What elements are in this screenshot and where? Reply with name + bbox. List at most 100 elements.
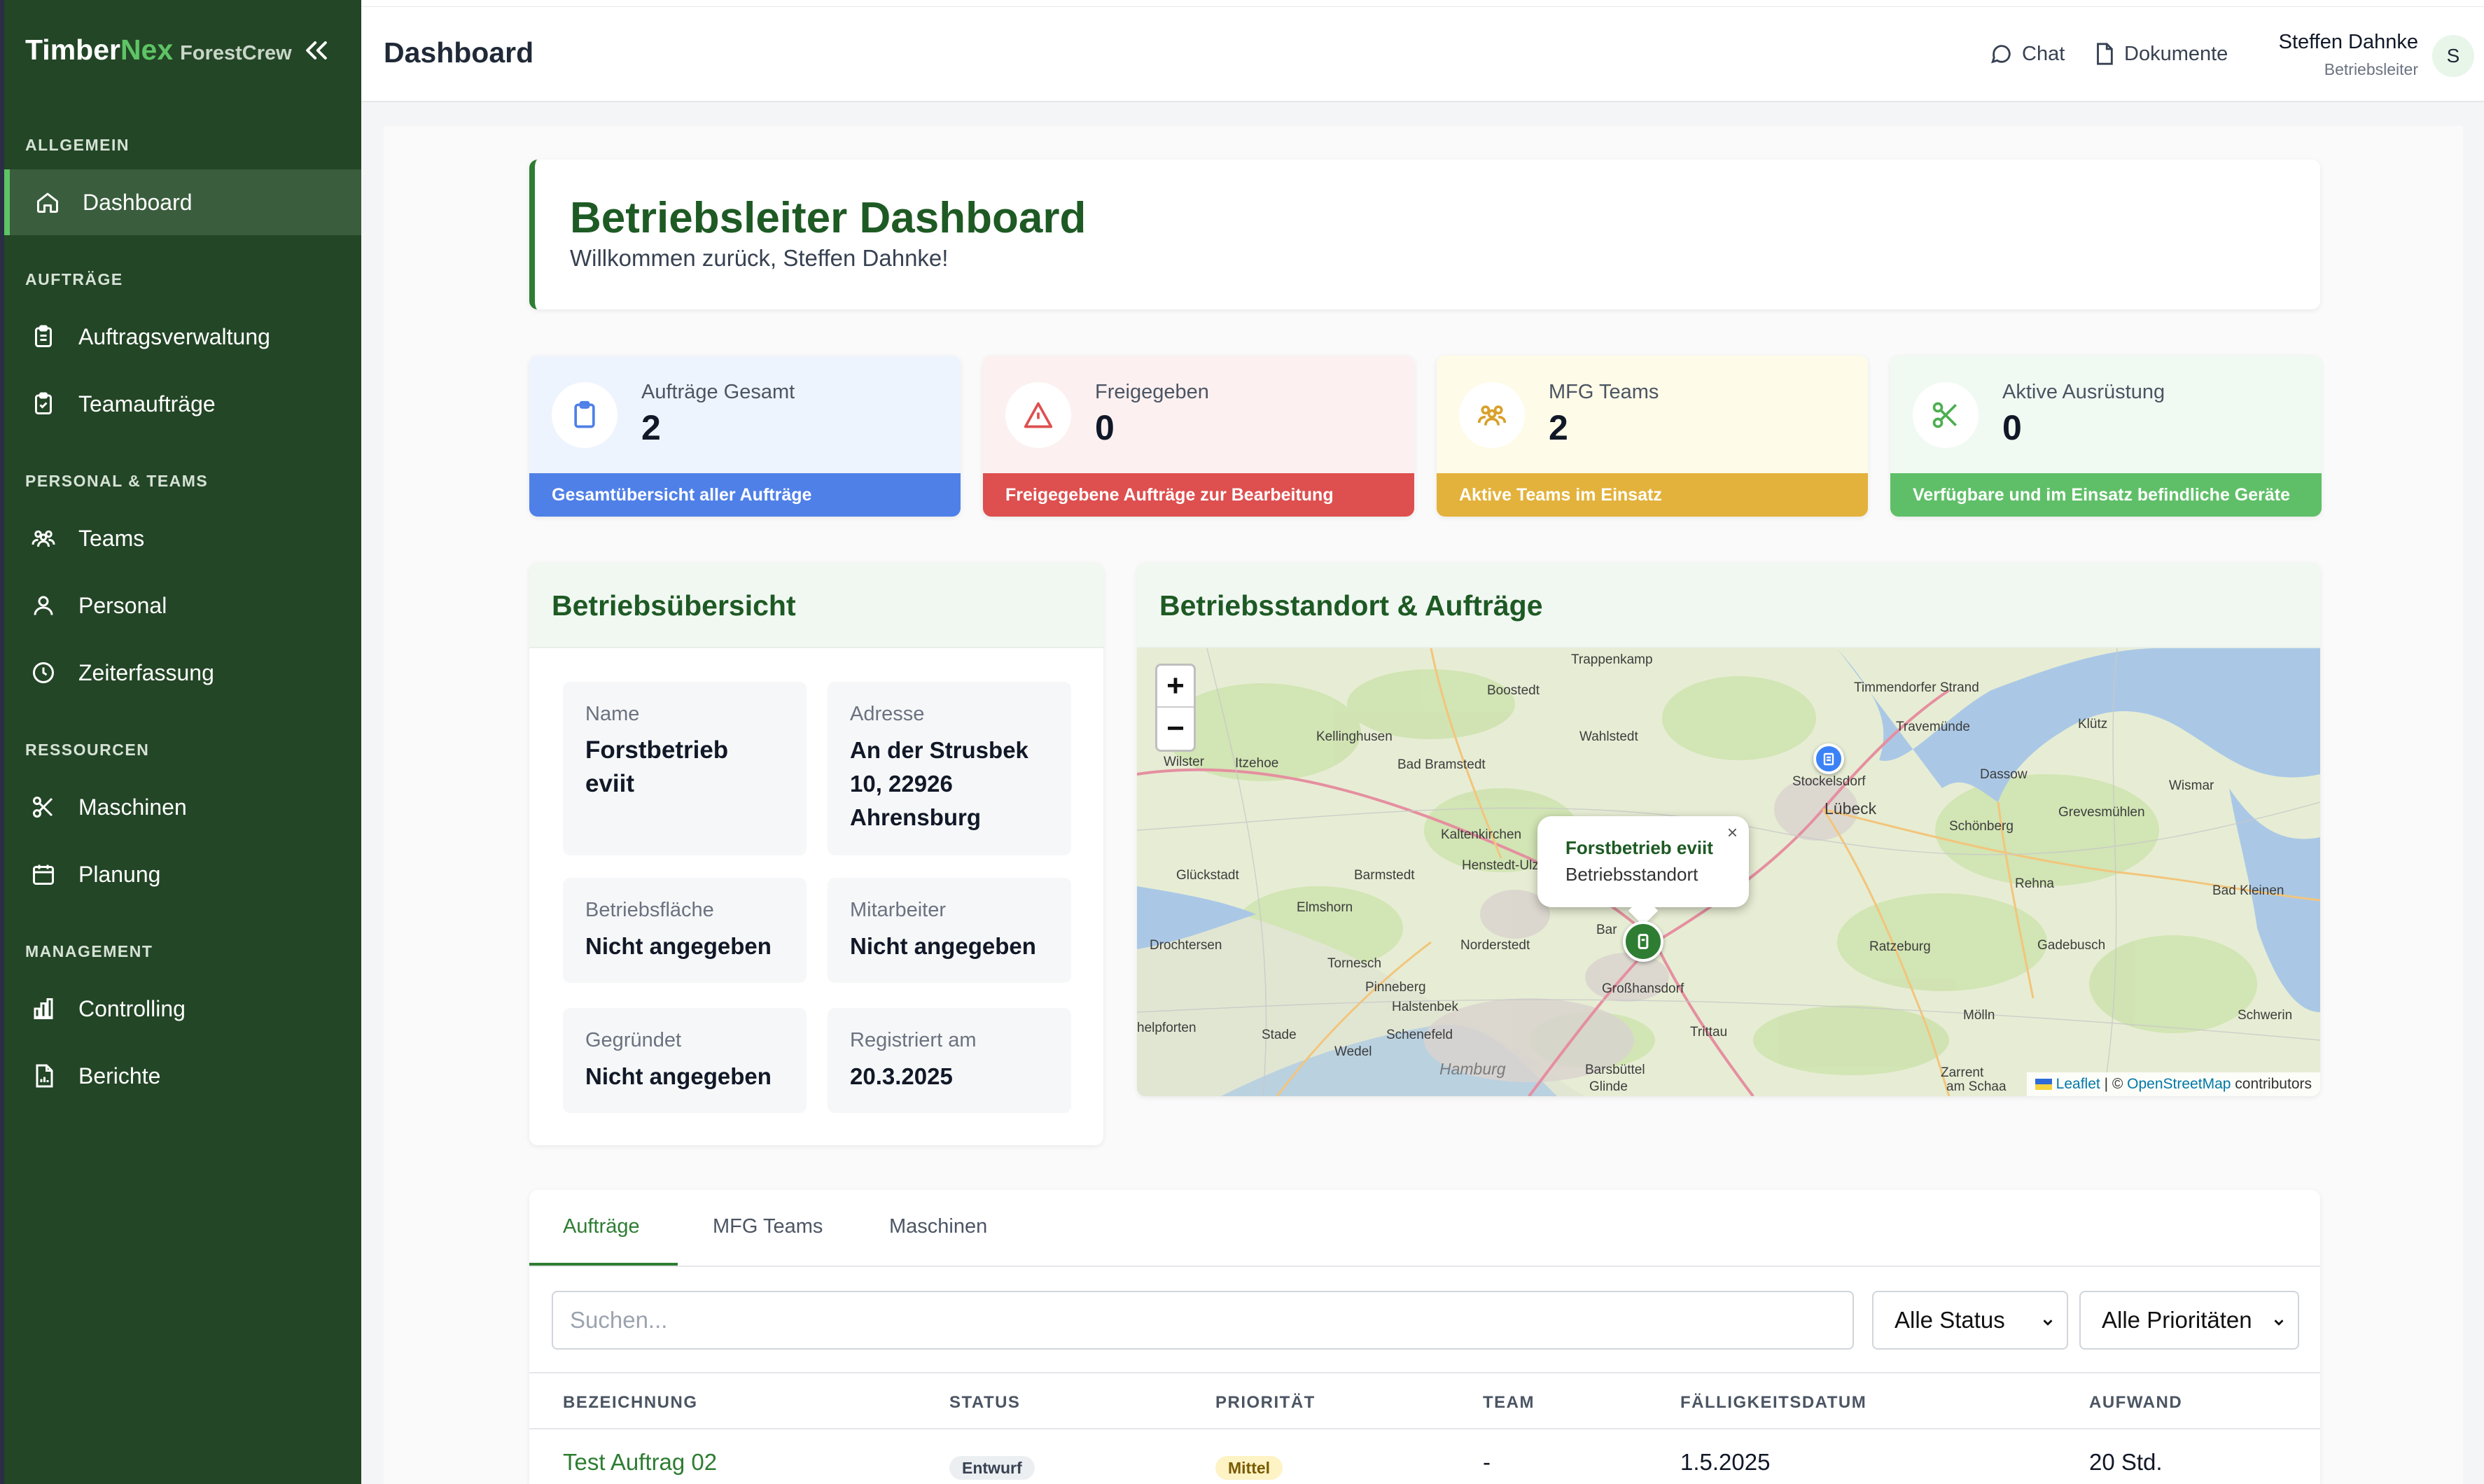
column-header[interactable]: BEZEICHNUNG [563, 1393, 698, 1413]
sidebar-item-orders[interactable]: Auftragsverwaltung [4, 304, 361, 370]
sidebar-item-team-orders[interactable]: Teamaufträge [4, 371, 361, 437]
sidebar-item-planning[interactable]: Planung [4, 841, 361, 907]
map-place-label: Pinneberg [1365, 980, 1426, 995]
clipboard-check-icon [28, 388, 59, 419]
zoom-in-button[interactable]: + [1157, 666, 1194, 708]
column-header[interactable]: PRIORITÄT [1215, 1393, 1316, 1413]
clock-icon [28, 657, 59, 688]
map-place-label: Wahlstedt [1579, 729, 1638, 744]
popup-close-button[interactable]: × [1727, 822, 1738, 844]
welcome-title: Betriebsleiter Dashboard [570, 194, 1087, 242]
osm-link[interactable]: OpenStreetMap [2127, 1076, 2231, 1093]
sidebar-item-label: Teams [78, 525, 145, 551]
stat-footer: Verfügbare und im Einsatz befindliche Ge… [1890, 473, 2322, 517]
collapse-sidebar-icon[interactable] [301, 35, 332, 66]
stat-value: 0 [1095, 408, 1115, 447]
column-header[interactable]: FÄLLIGKEITSDATUM [1680, 1393, 1867, 1413]
stat-card-released[interactable]: Freigegeben 0 Freigegebene Aufträge zur … [983, 356, 1414, 517]
status-filter-select[interactable]: Alle Status [1872, 1291, 2068, 1350]
section-orders: AUFTRÄGE [25, 270, 123, 288]
user-icon [28, 590, 59, 621]
leaflet-link[interactable]: Leaflet [2056, 1076, 2100, 1093]
calendar-icon [28, 859, 59, 890]
sidebar-item-reports[interactable]: Berichte [4, 1043, 361, 1109]
section-people: PERSONAL & TEAMS [25, 472, 209, 490]
sidebar-item-label: Dashboard [83, 189, 193, 215]
column-header[interactable]: STATUS [949, 1393, 1020, 1413]
chevron-down-icon [2274, 1320, 2284, 1326]
company-location-marker-icon[interactable] [1623, 921, 1663, 962]
order-marker-icon[interactable] [1813, 743, 1844, 774]
priority-filter-select[interactable]: Alle Prioritäten [2079, 1291, 2299, 1350]
map-popup: × Forstbetrieb eviit Betriebsstandort [1537, 816, 1749, 907]
map-place-label: Rehna [2015, 876, 2054, 891]
stat-value: 2 [1549, 408, 1568, 447]
stat-label: MFG Teams [1549, 381, 1659, 403]
info-address: Adresse An der Strusbek 10, 22926 Ahrens… [828, 682, 1071, 855]
active-tab-indicator [529, 1263, 678, 1266]
map-place-label: Ratzeburg [1869, 939, 1931, 954]
sidebar-item-label: Berichte [78, 1063, 161, 1088]
map-place-label: Stockelsdorf [1792, 774, 1866, 789]
priority-badge: Mittel [1215, 1456, 1283, 1480]
column-header[interactable]: TEAM [1483, 1393, 1535, 1413]
ukraine-flag-icon [2035, 1079, 2052, 1090]
chat-button[interactable]: Chat [1990, 42, 2065, 66]
map-place-label: Wilster [1164, 755, 1205, 769]
info-name: Name Forstbetrieb eviit [563, 682, 807, 855]
sidebar-item-machines[interactable]: Maschinen [4, 774, 361, 840]
map-place-label: Norderstedt [1460, 938, 1530, 953]
map-place-label: Zarrent [1941, 1065, 1984, 1080]
stat-footer: Gesamtübersicht aller Aufträge [529, 473, 961, 517]
stat-card-mfg-teams[interactable]: MFG Teams 2 Aktive Teams im Einsatz [1437, 356, 1868, 517]
map-place-label: am Schaa [1946, 1079, 2007, 1094]
orders-tabs-panel: Aufträge MFG Teams Maschinen Alle Status… [529, 1190, 2320, 1484]
map-place-label: Grevesmühlen [2058, 805, 2145, 820]
chat-label: Chat [2022, 42, 2065, 65]
tab-mfg-teams[interactable]: MFG Teams [713, 1215, 823, 1238]
warning-icon [1005, 382, 1071, 448]
stat-card-equipment[interactable]: Aktive Ausrüstung 0 Verfügbare und im Ei… [1890, 356, 2322, 517]
map-place-label: Schenefeld [1386, 1028, 1453, 1042]
map-place-label: Großhansdorf [1602, 981, 1684, 996]
sidebar-item-label: Teamaufträge [78, 391, 216, 416]
sidebar-item-time-tracking[interactable]: Zeiterfassung [4, 640, 361, 706]
scissors-icon [28, 792, 59, 822]
section-management: MANAGEMENT [25, 942, 153, 960]
sidebar-item-controlling[interactable]: Controlling [4, 976, 361, 1042]
map-place-label: Trappenkamp [1571, 652, 1653, 667]
tab-orders[interactable]: Aufträge [563, 1215, 640, 1238]
map-place-label: Gadebusch [2037, 938, 2106, 953]
map-place-label: Stade [1262, 1028, 1297, 1042]
sidebar-item-staff[interactable]: Personal [4, 573, 361, 638]
sidebar-item-dashboard[interactable]: Dashboard [4, 169, 361, 235]
window-top-border [361, 0, 2484, 7]
map-place-label: Bar [1596, 923, 1617, 937]
map-place-label: Kellinghusen [1316, 729, 1393, 744]
stat-card-orders-total[interactable]: Aufträge Gesamt 2 Gesamtübersicht aller … [529, 356, 961, 517]
map-view[interactable]: + − Trappenkamp Boostedt Timmendorfer Stra… [1137, 648, 2320, 1096]
info-registered: Registriert am 20.3.2025 [828, 1008, 1071, 1113]
report-icon [28, 1060, 59, 1091]
zoom-out-button[interactable]: − [1157, 708, 1194, 750]
order-name-link[interactable]: Test Auftrag 02 [563, 1449, 717, 1476]
sidebar-item-teams[interactable]: Teams [4, 505, 361, 571]
documents-button[interactable]: Dokumente [2092, 42, 2228, 66]
stat-value: 2 [641, 408, 661, 447]
tab-divider [529, 1266, 2320, 1267]
tab-machines[interactable]: Maschinen [889, 1215, 987, 1238]
popup-subtitle: Betriebsstandort [1565, 864, 1698, 885]
sidebar: Timber Nex ForestCrew ALLGEMEIN Dashboard … [0, 0, 361, 1484]
section-general: ALLGEMEIN [25, 136, 130, 154]
documents-label: Dokumente [2124, 42, 2228, 65]
avatar[interactable]: S [2432, 35, 2474, 77]
map-place-label: Glückstadt [1176, 868, 1239, 883]
map-place-label: Travemünde [1896, 720, 1970, 734]
column-header[interactable]: AUFWAND [2089, 1393, 2182, 1413]
table-header: BEZEICHNUNG STATUS PRIORITÄT TEAM FÄLLIG… [529, 1372, 2320, 1429]
effort-cell: 20 Std. [2089, 1449, 2163, 1475]
search-input[interactable] [552, 1291, 1854, 1350]
map-place-label: Lübeck [1824, 799, 1877, 818]
user-name[interactable]: Steffen Dahnke [2279, 31, 2418, 54]
brand-logo[interactable]: Timber Nex ForestCrew [25, 34, 292, 76]
